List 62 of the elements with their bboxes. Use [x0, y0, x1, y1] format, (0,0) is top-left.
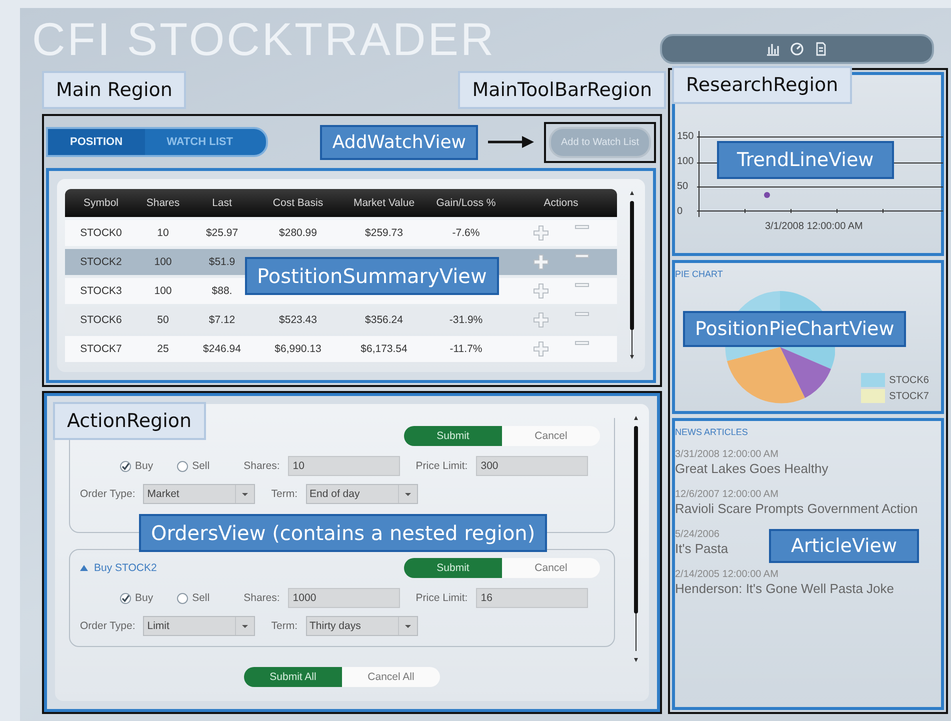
annotation-label: AddWatchView — [320, 124, 478, 160]
column-header: Actions — [542, 197, 580, 209]
annotation-tooltip: ArticleView — [769, 529, 920, 563]
table-cell-text: $51.9 — [208, 256, 236, 268]
table-cell-text: STOCK0 — [79, 227, 123, 239]
term-label: Term: — [271, 620, 298, 632]
axis-label: 100 — [677, 156, 694, 167]
article-date: 2/14/2005 12:00:00 AM — [675, 569, 780, 581]
table-cell-text: STOCK2 — [79, 256, 123, 268]
table-cell-text: STOCK7 — [79, 343, 123, 355]
table-cell-text: $356.24 — [364, 314, 404, 326]
table-cell-text: $259.73 — [364, 227, 404, 239]
column-header: Symbol — [82, 197, 120, 209]
table-cell-text: $523.43 — [278, 314, 318, 326]
annotation-label: ActionRegion — [53, 402, 206, 440]
term-label: Term: — [271, 488, 298, 500]
panel-title: PIE CHART — [675, 269, 724, 279]
table-cell-text: $25.97 — [204, 227, 240, 239]
axis-label: 0 — [677, 206, 683, 217]
table-cell-text: -31.9% — [448, 314, 484, 326]
axis-label: 150 — [677, 131, 694, 142]
table-cell-text: 100 — [153, 256, 173, 268]
table-cell-text: 10 — [156, 227, 170, 239]
annotation-label: MainToolBarRegion — [458, 71, 666, 109]
table-cell-text: $7.12 — [208, 314, 236, 326]
legend-label: STOCK6 — [889, 374, 929, 386]
column-header: Market Value — [352, 197, 416, 209]
column-header: Cost Basis — [272, 197, 324, 209]
panel-title: NEWS ARTICLES — [675, 427, 749, 437]
column-header: Gain/Loss % — [435, 197, 497, 209]
article-date: 12/6/2007 12:00:00 AM — [675, 489, 780, 501]
order-type-label: Order Type: — [80, 488, 136, 500]
table-cell-text: $280.99 — [278, 227, 318, 239]
article-date: 3/31/2008 12:00:00 AM — [675, 449, 780, 461]
annotation-tooltip: PositionPieChartView — [683, 311, 906, 347]
table-cell-text: -7.6% — [451, 227, 481, 239]
column-header: Shares — [145, 197, 181, 209]
annotation-tooltip: TrendLineView — [717, 141, 894, 179]
axis-label: 50 — [677, 181, 688, 192]
column-header: Last — [211, 197, 233, 209]
shares-label: Shares: — [244, 592, 280, 604]
table-cell-text: 50 — [156, 314, 170, 326]
annotation-label: Main Region — [42, 71, 186, 109]
annotation-tooltip: PostitionSummaryView — [245, 257, 499, 295]
annotation-tooltip: OrdersView (contains a nested region) — [139, 514, 548, 552]
price-limit-label: Price Limit: — [416, 460, 468, 472]
table-cell-text: $246.94 — [202, 343, 242, 355]
axis-label: 3/1/2008 12:00:00 AM — [765, 221, 863, 232]
table-cell-text: $6,990.13 — [274, 343, 322, 355]
price-limit-label: Price Limit: — [416, 592, 468, 604]
table-cell-text: STOCK3 — [79, 285, 123, 297]
order-type-label: Order Type: — [80, 620, 136, 632]
table-cell-text: STOCK6 — [79, 314, 123, 326]
table-cell-text: $6,173.54 — [360, 343, 408, 355]
table-cell-text: 25 — [156, 343, 170, 355]
article-date: 5/24/2006 — [675, 529, 720, 541]
annotation-label: ResearchRegion — [672, 66, 852, 104]
shares-label: Shares: — [244, 460, 280, 472]
table-cell-text: $88. — [210, 285, 234, 297]
legend-label: STOCK7 — [889, 390, 929, 402]
table-cell-text: -11.7% — [448, 343, 484, 355]
table-cell-text: 100 — [153, 285, 173, 297]
